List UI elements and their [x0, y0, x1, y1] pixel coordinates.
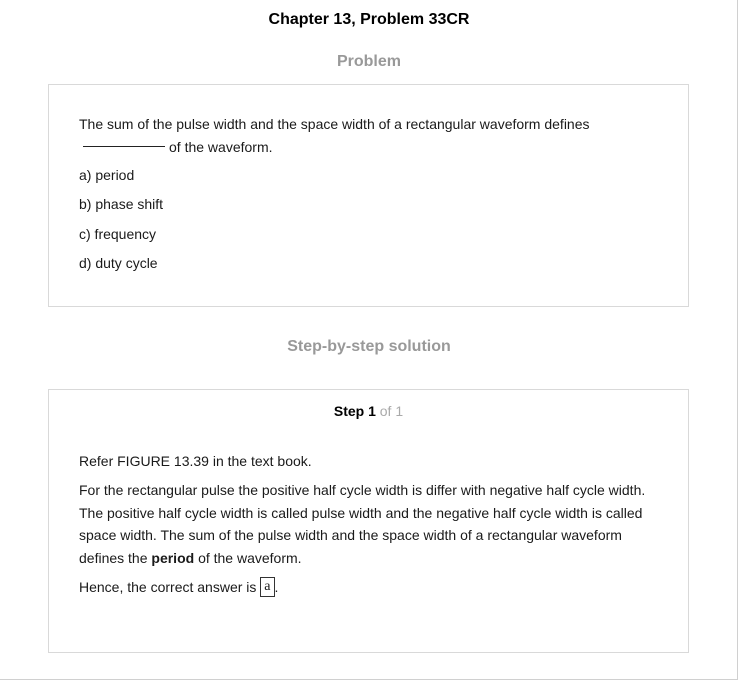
option-d: d) duty cycle — [79, 255, 158, 271]
answer-box: a — [260, 577, 275, 598]
solution-paragraph-1: Refer FIGURE 13.39 in the text book. — [79, 453, 312, 469]
option-c: c) frequency — [79, 226, 157, 242]
option-a: a) period — [79, 167, 135, 183]
question-text: The sum of the pulse width and the space… — [79, 113, 639, 158]
answer-blank — [83, 146, 165, 148]
solution-keyword: period — [151, 549, 195, 566]
solution-paragraph-2-end: of the waveform. — [198, 549, 302, 566]
solution-heading: Step-by-step solution — [287, 338, 451, 355]
step-indicator: Step 1 of 1 — [49, 403, 688, 419]
answer-line: Hence, the correct answer is a. — [79, 576, 669, 599]
page-title: Chapter 13, Problem 33CR — [268, 11, 470, 28]
step-label: Step 1 — [333, 403, 376, 419]
question-part1: The sum of the pulse width and the space… — [79, 116, 590, 132]
problem-heading: Problem — [336, 53, 401, 70]
problem-card: The sum of the pulse width and the space… — [48, 84, 689, 307]
solution-paragraph-2: For the rectangular pulse the positive h… — [79, 479, 669, 569]
step-total: of 1 — [379, 403, 404, 419]
question-part2: of the waveform. — [169, 138, 273, 155]
solution-card: Step 1 of 1 Refer FIGURE 13.39 in the te… — [48, 389, 689, 653]
answer-suffix: . — [274, 579, 279, 595]
answer-prefix: Hence, the correct answer is — [79, 579, 257, 595]
option-b: b) phase shift — [79, 196, 164, 212]
